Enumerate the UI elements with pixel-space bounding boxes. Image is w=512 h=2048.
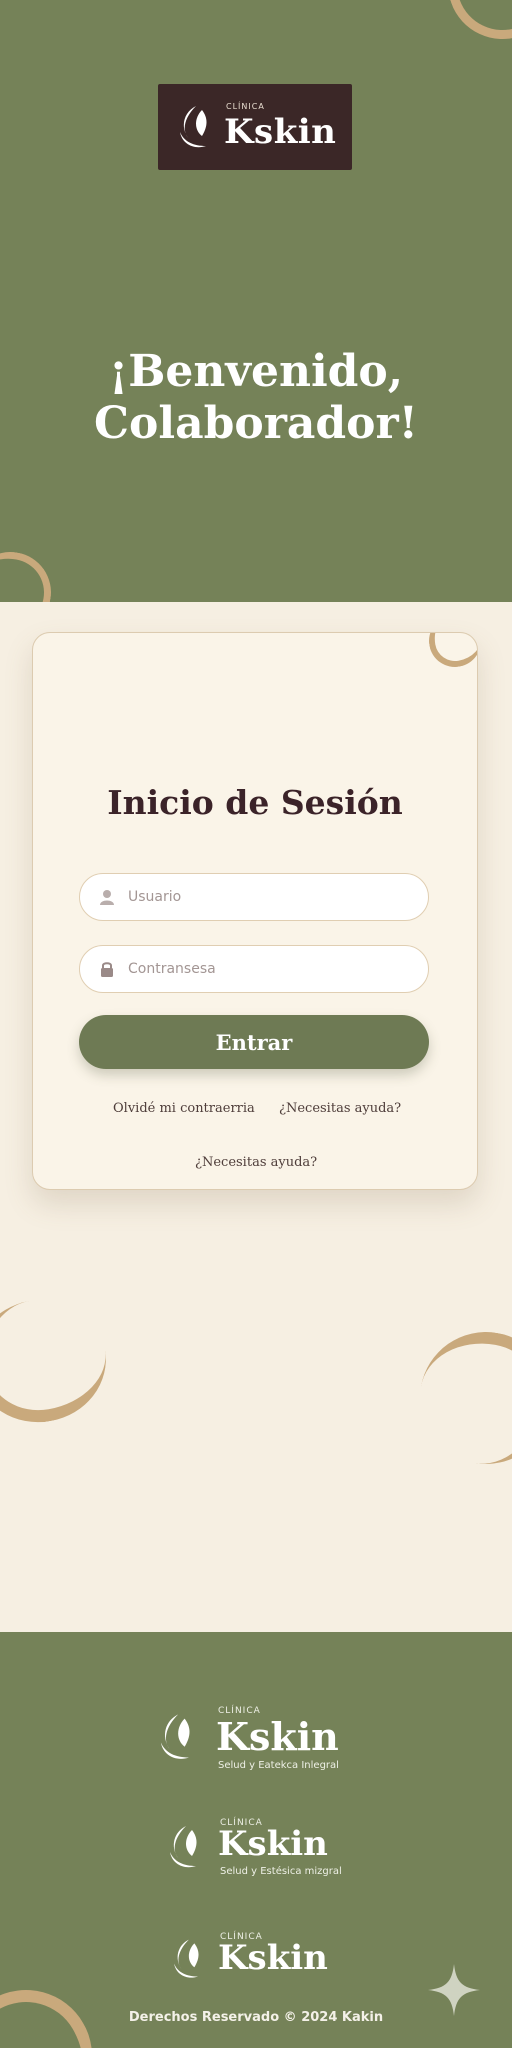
hero-arc-left (0, 545, 58, 602)
leaf-logo-icon (160, 1714, 190, 1759)
leaf-logo-icon (174, 1939, 199, 1978)
brand-logo: CLÍNICA Kskin (158, 84, 352, 170)
footer-logo-2-tagline: Selud y Estésica mizgral (220, 1866, 342, 1877)
lock-icon (101, 962, 113, 977)
footer-logo-1-tagline: Selud y Eatekca Inlegral (218, 1760, 339, 1771)
password-field[interactable] (79, 945, 429, 993)
username-field[interactable] (79, 873, 429, 921)
brand-small-label: CLÍNICA (226, 102, 265, 111)
hero-title-line2: Colaborador! (93, 398, 418, 449)
login-title: Inicio de Sesión (107, 783, 403, 822)
forgot-password-link[interactable]: Olvidé mi contraerria (113, 1101, 255, 1116)
help-link-bottom[interactable]: ¿Necesitas ayuda? (195, 1155, 317, 1170)
footer-logo-3: CLÍNICA Kskin (166, 1932, 346, 1984)
card-arc (424, 633, 477, 672)
leaf-logo-icon (170, 1826, 197, 1868)
footer-logo-2: CLÍNICA Kskin Selud y Estésica mizgral (162, 1818, 352, 1877)
password-input[interactable] (126, 960, 410, 978)
hero-arc-top-right (432, 0, 512, 55)
user-icon (100, 890, 114, 905)
help-link-inline[interactable]: ¿Necesitas ayuda? (279, 1101, 401, 1116)
bg-arc-left (0, 1289, 116, 1433)
footer-logo-3-name: Kskin (218, 1938, 328, 1978)
leaf-logo-icon (180, 106, 207, 148)
copyright-text: Derechos Reservado © 2024 Kakin (128, 2010, 384, 2025)
sparkle-icon (428, 1964, 480, 2016)
hero-title-line1: ¡Benvenido, (108, 346, 404, 397)
footer-logo-1-name: Kskin (216, 1714, 339, 1759)
brand-name: Kskin (224, 112, 337, 152)
footer-logo-2-name: Kskin (218, 1824, 328, 1864)
login-submit-button[interactable]: Entrar (79, 1015, 429, 1069)
footer: CLÍNICA Kskin Selud y Eatekca Inlegral C… (0, 1632, 512, 2048)
username-input[interactable] (126, 888, 410, 906)
footer-logo-1: CLÍNICA Kskin Selud y Eatekca Inlegral (152, 1706, 362, 1771)
hero-title: ¡Benvenido, Colaborador! (0, 346, 512, 450)
footer-arc-left (0, 1965, 117, 2048)
hero-section: CLÍNICA Kskin ¡Benvenido, Colaborador! (0, 0, 512, 602)
login-card: Inicio de Sesión Entrar Olvidé mi contra… (32, 632, 478, 1190)
bg-arc-right (409, 1321, 512, 1475)
